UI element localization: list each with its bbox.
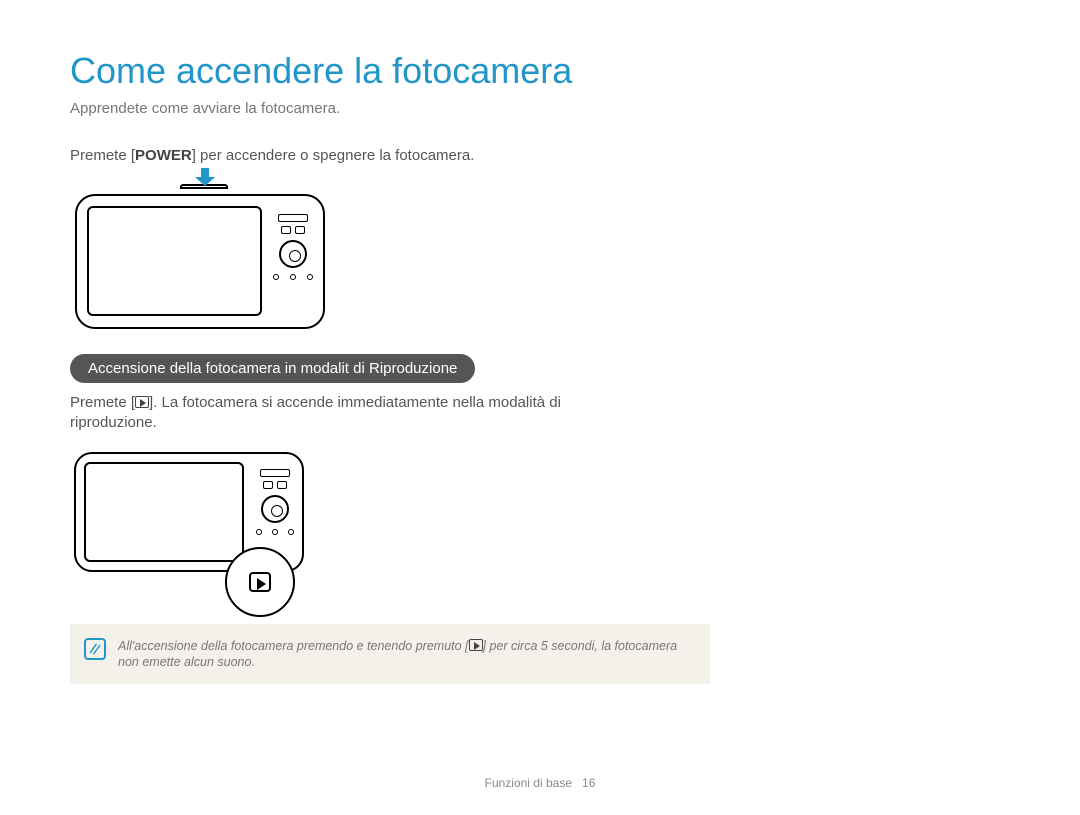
note-pre: All'accensione della fotocamera premendo… [118,639,469,653]
footer-label: Funzioni di base [485,776,572,790]
footer-page-number: 16 [582,776,595,790]
playback-instruction: Premete []. La fotocamera si accende imm… [70,393,570,434]
playback-button-callout [225,547,295,617]
note-box: All'accensione della fotocamera premendo… [70,624,710,685]
note-icon [84,638,106,660]
play-icon [135,396,149,408]
camera-screen [87,206,262,316]
page-title: Come accendere la fotocamera [70,50,1010,92]
camera-controls-2 [256,466,294,535]
camera-figure-playback [70,444,310,599]
camera-body [75,194,325,329]
play-icon [469,639,483,651]
page-footer: Funzioni di base 16 [0,776,1080,790]
camera-screen-2 [84,462,244,562]
instruction-post: ] per accendere o spegnere la fotocamera… [192,147,475,164]
page-subtitle: Apprendete come avviare la fotocamera. [70,100,1010,117]
section-header-pill: Accensione della fotocamera in modalit d… [70,354,475,383]
camera-controls [273,211,313,280]
power-instruction: Premete [POWER] per accendere o spegnere… [70,147,1010,164]
instruction-pre: Premete [ [70,147,135,164]
playback-pre: Premete [ [70,394,135,411]
instruction-power-label: POWER [135,147,192,164]
camera-figure-power [70,174,330,334]
play-icon-large [249,572,271,592]
